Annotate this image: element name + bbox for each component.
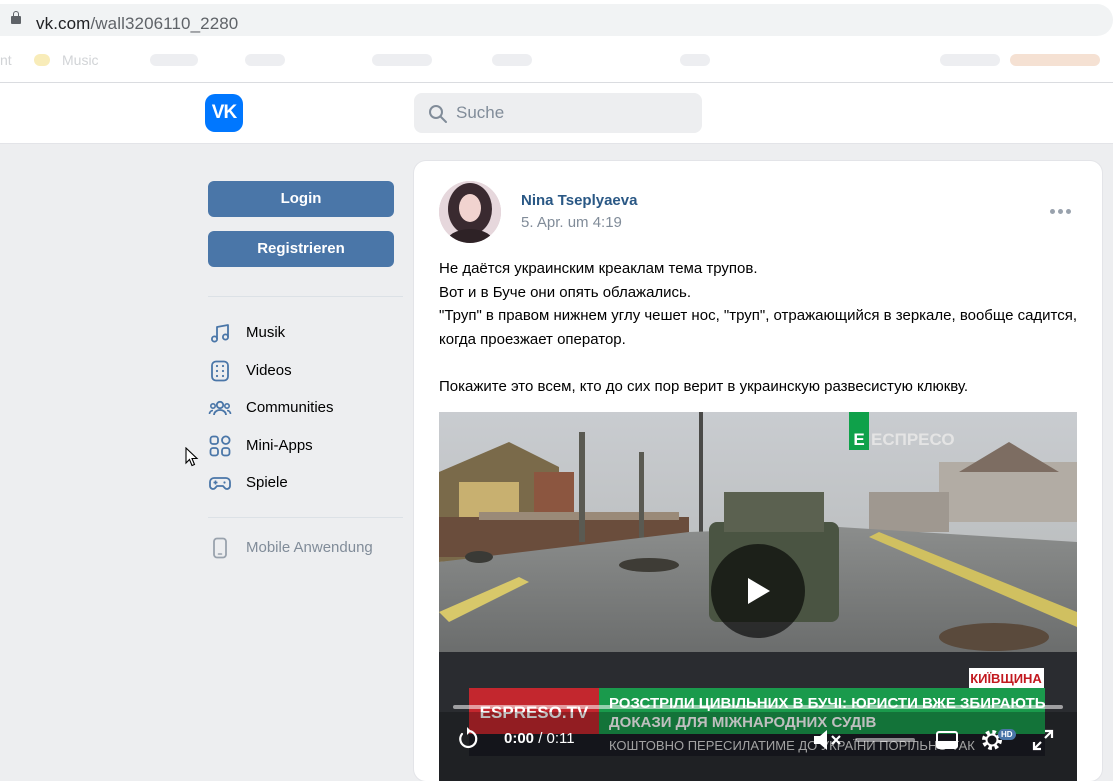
bookmark-item[interactable] [150, 54, 198, 66]
svg-text:Е: Е [853, 430, 864, 449]
sidebar-item-label: Videos [246, 362, 292, 379]
divider [208, 517, 403, 518]
communities-icon [208, 400, 232, 416]
progress-bar[interactable] [453, 705, 1063, 709]
search-icon [429, 105, 447, 123]
post-text-line: Не даётся украинским креаклам тема трупо… [439, 260, 758, 277]
sidebar-item-label: Spiele [246, 474, 288, 491]
volume-slider[interactable] [855, 738, 915, 742]
sidebar-item-mobile-app[interactable]: Mobile Anwendung [208, 532, 403, 564]
register-button[interactable]: Registrieren [208, 231, 394, 267]
post-text-line [439, 351, 1079, 375]
sidebar-item-label: Communities [246, 399, 334, 416]
video-icon [211, 360, 229, 382]
author-avatar[interactable] [439, 181, 501, 243]
sidebar-item-label: Mini-Apps [246, 437, 313, 454]
bookmark-item[interactable] [492, 54, 532, 66]
vk-logo[interactable]: VK [205, 94, 243, 132]
smartphone-icon [213, 537, 227, 559]
pip-icon[interactable] [935, 729, 959, 751]
mute-icon[interactable] [812, 728, 844, 752]
video-player[interactable]: Е ЕСПРЕСО КИЇВЩИНА ESPRESO.TV РОЗСТРІЛИ … [439, 412, 1077, 781]
divider [208, 296, 403, 297]
search-box[interactable] [414, 93, 702, 133]
bookmark-item[interactable] [680, 54, 710, 66]
bookmark-item[interactable] [245, 54, 285, 66]
bookmark-item[interactable]: nt [0, 52, 12, 68]
site-header: VK [0, 83, 1113, 144]
post-text-line: Покажите это всем, кто до сих пор верит … [439, 377, 969, 395]
sidebar-item-communities[interactable]: Communities [208, 392, 403, 424]
sidebar-item-games[interactable]: Spiele [208, 467, 403, 499]
browser-address-bar: vk.com/wall3206110_2280 [0, 0, 1113, 40]
channel-logo: ЕСПРЕСО [871, 430, 955, 449]
sidebar-item-music[interactable]: Musik [208, 317, 403, 349]
post-author[interactable]: Nina Tseplyaeva [521, 192, 637, 209]
search-input[interactable] [456, 93, 686, 133]
url-domain: vk.com [36, 14, 91, 33]
login-button[interactable]: Login [208, 181, 394, 217]
video-time: 0:00 / 0:11 [504, 730, 575, 747]
replay-icon[interactable] [455, 726, 481, 752]
mini-apps-icon [209, 435, 231, 457]
play-button[interactable] [711, 544, 805, 638]
mouse-cursor-icon [185, 447, 199, 467]
bookmark-item[interactable]: Music [62, 52, 99, 68]
sidebar-item-mini-apps[interactable]: Mini-Apps [208, 430, 403, 462]
bookmarks-bar: nt Music [0, 40, 1113, 83]
post-text-line: "Труп" в правом нижнем углу чешет нос, "… [439, 307, 1078, 348]
url-field[interactable]: vk.com/wall3206110_2280 [0, 4, 1113, 36]
region-tag: КИЇВЩИНА [970, 671, 1042, 686]
bookmark-item[interactable] [372, 54, 432, 66]
time-total: / 0:11 [534, 730, 575, 747]
hd-badge: HD [998, 729, 1016, 740]
bookmark-item[interactable] [940, 54, 1000, 66]
more-options-icon[interactable] [1050, 207, 1074, 217]
sidebar-item-videos[interactable]: Videos [208, 355, 403, 387]
sidebar-item-label: Musik [246, 324, 286, 341]
sidebar-item-label: Mobile Anwendung [246, 539, 373, 556]
time-current: 0:00 [504, 730, 535, 747]
headline-line-1: РОЗСТРІЛИ ЦИВІЛЬНИХ В БУЧІ: ЮРИСТИ ВЖЕ З… [609, 695, 1046, 712]
music-icon [211, 324, 229, 343]
bookmark-favicon [34, 54, 50, 66]
bookmark-item[interactable] [1010, 54, 1100, 66]
post-text-line: Вот и в Буче они опять облажались. [439, 283, 692, 301]
gamepad-icon [209, 477, 231, 490]
post-date[interactable]: 5. Apr. um 4:19 [521, 214, 622, 231]
lock-icon [11, 11, 21, 24]
fullscreen-icon[interactable] [1031, 728, 1055, 752]
post-card: Nina Tseplyaeva 5. Apr. um 4:19 Не даётс… [414, 161, 1102, 781]
post-text: Не даётся украинским креаклам тема трупо… [439, 257, 1079, 398]
url-path: /wall3206110_2280 [90, 14, 239, 33]
url-text[interactable]: vk.com/wall3206110_2280 [36, 14, 238, 34]
